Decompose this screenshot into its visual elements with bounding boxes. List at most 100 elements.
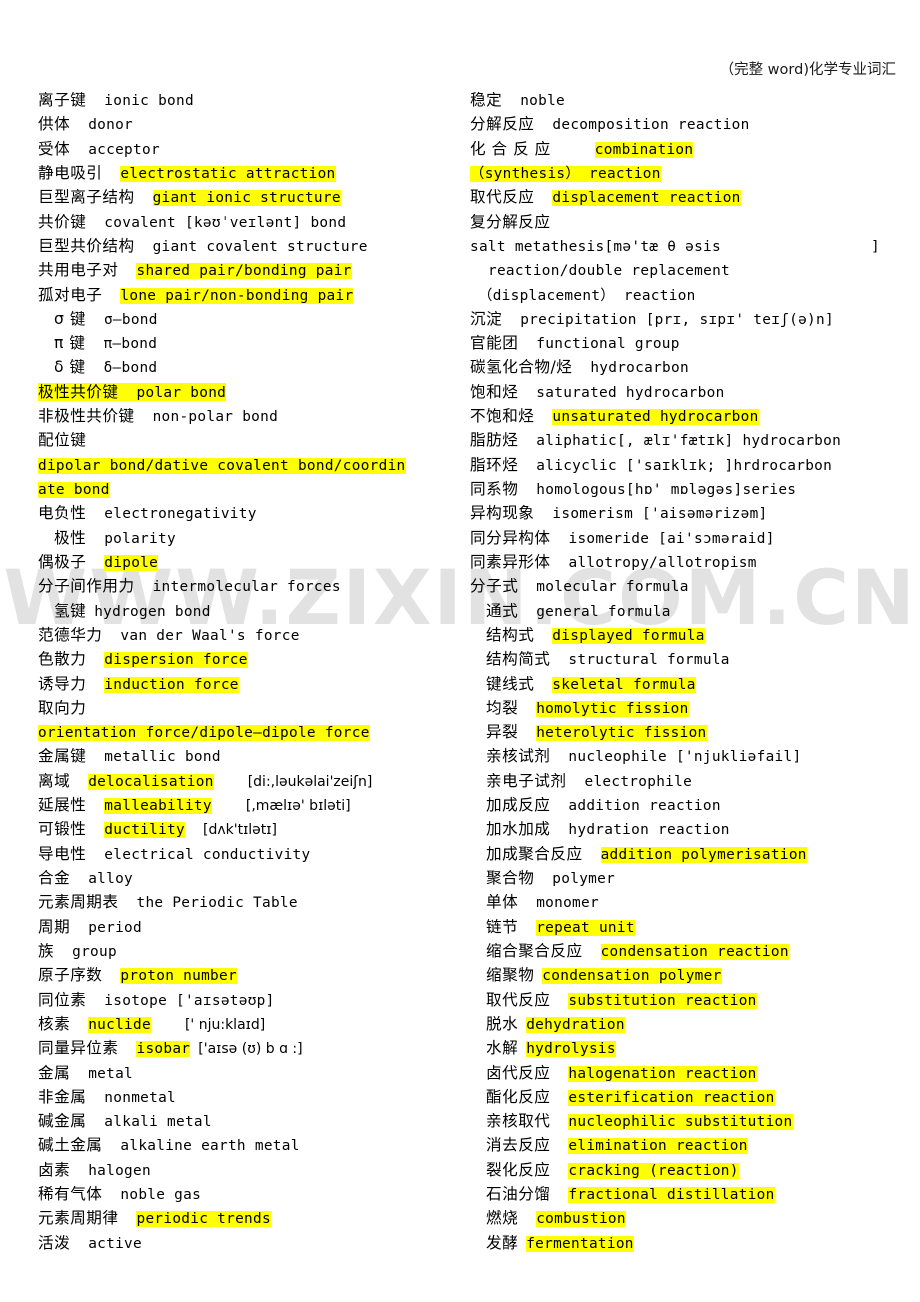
glossary-entry: 碱土金属 alkaline earth metal (38, 1133, 453, 1157)
term-en: giant ionic structure (152, 190, 341, 207)
term-en: repeat unit (536, 919, 635, 936)
term-en: isomeride [ai'sɔməraid] (568, 530, 775, 547)
term-zh: 聚合物 (486, 869, 535, 887)
term-en: nonmetal (104, 1089, 177, 1106)
glossary-entry: 脂环烃 alicyclic ['saɪklɪk; ]hrdrocarbon (470, 453, 910, 477)
term-zh: 加成聚合反应 (486, 844, 583, 863)
term-en: polar bond (136, 384, 227, 401)
term-en: intermolecular forces (152, 579, 341, 596)
term-zh: 供体 (38, 115, 71, 134)
term-en: skeletal formula (552, 676, 696, 693)
term-en: alkaline earth metal (120, 1138, 300, 1155)
glossary-entry: 饱和烃 saturated hydrocarbon (470, 380, 910, 404)
term-en: heterolytic fission (536, 725, 707, 742)
glossary-entry: 静电吸引 electrostatic attraction (38, 161, 453, 185)
glossary-entry: 巨型离子结构 giant ionic structure (38, 185, 453, 209)
glossary-entry: 同量异位素 isobar ['aɪsə (ʊ) b ɑ :] (38, 1036, 453, 1060)
glossary-entry: 元素周期律 periodic trends (38, 1206, 453, 1230)
glossary-entry: 原子序数 proton number (38, 963, 453, 987)
term-en: ductility (104, 822, 185, 839)
glossary-entry: 脱水 dehydration (470, 1012, 910, 1036)
glossary-entry: 异构现象 isomerism ['aisəmərizəm] (470, 501, 910, 525)
glossary-entry: 极性共价键 polar bond (38, 380, 453, 404)
term-zh: 取代反应 (470, 188, 535, 207)
term-en: fractional distillation (568, 1187, 775, 1204)
glossary-entry: 同素异形体 allotropy/allotropism (470, 550, 910, 574)
right-column: 稳定 noble 分解反应 decomposition reaction 化 合 反… (470, 88, 910, 1279)
glossary-entry: π 键 π—bond (38, 331, 453, 355)
term-zh: 均裂 (486, 698, 519, 717)
glossary-entry: 裂化反应 cracking (reaction) (470, 1158, 910, 1182)
term-en: combination (594, 141, 694, 158)
term-en: electronegativity (104, 506, 257, 523)
glossary-entry: 石油分馏 fractional distillation (470, 1182, 910, 1206)
term-zh: 复分解反应 (470, 212, 551, 231)
glossary-entry: 发酵 fermentation (470, 1231, 910, 1255)
term-en: unsaturated hydrocarbon (552, 409, 759, 426)
glossary-entry: 缩合聚合反应 condensation reaction (470, 939, 910, 963)
term-en: proton number (120, 968, 237, 985)
term-zh: 饱和烃 (470, 382, 519, 401)
term-en: acceptor (88, 141, 160, 158)
term-zh: 异裂 (486, 723, 519, 742)
term-zh: 静电吸引 (38, 163, 103, 182)
term-en: orientation force/dipole—dipole force (38, 725, 370, 742)
term-zh: 原子序数 (38, 966, 103, 985)
term-zh: 脂肪烃 (470, 431, 519, 450)
glossary-entry: 链节 repeat unit (470, 915, 910, 939)
term-en: nucleophilic substitution (568, 1114, 793, 1131)
term-en: addition reaction (568, 798, 721, 815)
term-en: combustion (536, 1211, 626, 1228)
term-en: period (88, 919, 142, 936)
glossary-entry: 活泼 active (38, 1231, 453, 1255)
term-zh: 化 合 反 应 (470, 139, 551, 158)
term-zh: 周期 (38, 917, 71, 936)
term-en: functional group (536, 336, 680, 353)
term-zh: 亲核取代 (486, 1112, 551, 1131)
term-en: lone pair/non-bonding pair (120, 287, 354, 304)
term-en: halogen (88, 1162, 151, 1179)
term-en: active (88, 1235, 142, 1252)
term-en: dipolar bond/dative covalent bond/coordi… (38, 457, 406, 474)
glossary-entry: 酯化反应 esterification reaction (470, 1085, 910, 1109)
term-en: condensation reaction (600, 943, 789, 960)
glossary-entry: 同系物 homologous[hɒ' mɒləgəs]series (470, 477, 910, 501)
term-en: reaction/double replacement (488, 263, 731, 280)
glossary-entry: dipolar bond/dative covalent bond/coordi… (38, 453, 453, 477)
term-zh: 单体 (486, 893, 519, 912)
glossary-entry: 范德华力 van der Waal's force (38, 623, 453, 647)
term-ipa: [,mælɪə' bɪləti] (245, 798, 351, 815)
term-en: alloy (88, 871, 134, 887)
term-zh: 异构现象 (470, 504, 535, 523)
term-en: noble gas (120, 1187, 202, 1204)
term-en: cracking (reaction) (568, 1162, 739, 1179)
term-en: electrical conductivity (104, 846, 311, 863)
term-zh (470, 1258, 486, 1276)
glossary-entry: 异裂 heterolytic fission (470, 720, 910, 744)
term-en: precipitation [prɪ, sɪpɪ' teɪʃ(ə)n] (520, 311, 834, 328)
term-zh: σ 键 (54, 309, 86, 328)
term-en: polymer (552, 871, 616, 887)
term-zh: 色散力 (38, 650, 87, 669)
glossary-entry: 配位键 (38, 428, 453, 452)
term-en: hydrolysis (526, 1041, 616, 1058)
glossary-entry: 电负性 electronegativity (38, 501, 453, 525)
term-en: general formula (536, 603, 671, 620)
term-zh: 金属 (38, 1063, 71, 1082)
term-zh: 极性 (54, 528, 87, 547)
term-ipa: [di:,ləukəlai'zeiʃn] (247, 773, 373, 790)
term-zh: 电负性 (38, 504, 87, 523)
term-zh: 孤对电子 (38, 285, 103, 304)
term-zh: 卤代反应 (486, 1063, 551, 1082)
term-ipa: [' nju:klaɪd] (184, 1016, 266, 1033)
term-en: covalent [kəʊˈveɪlənt] bond (104, 214, 347, 231)
term-zh: 卤素 (38, 1160, 71, 1179)
term-en: aliphatic[, ælɪ'fætɪk] hydrocarbon (536, 433, 842, 450)
term-en: allotropy/allotropism (568, 554, 757, 571)
term-en: dehydration (526, 1016, 625, 1033)
term-zh: 同分异构体 (470, 528, 551, 547)
glossary-entry: 键线式 skeletal formula (470, 672, 910, 696)
document-page: WWW.ZIXIN.COM.CN （完整 word)化学专业词汇 离子键 ioni… (0, 0, 920, 1302)
glossary-entry: 通式 general formula (470, 599, 910, 623)
term-zh: 同位素 (38, 990, 87, 1009)
